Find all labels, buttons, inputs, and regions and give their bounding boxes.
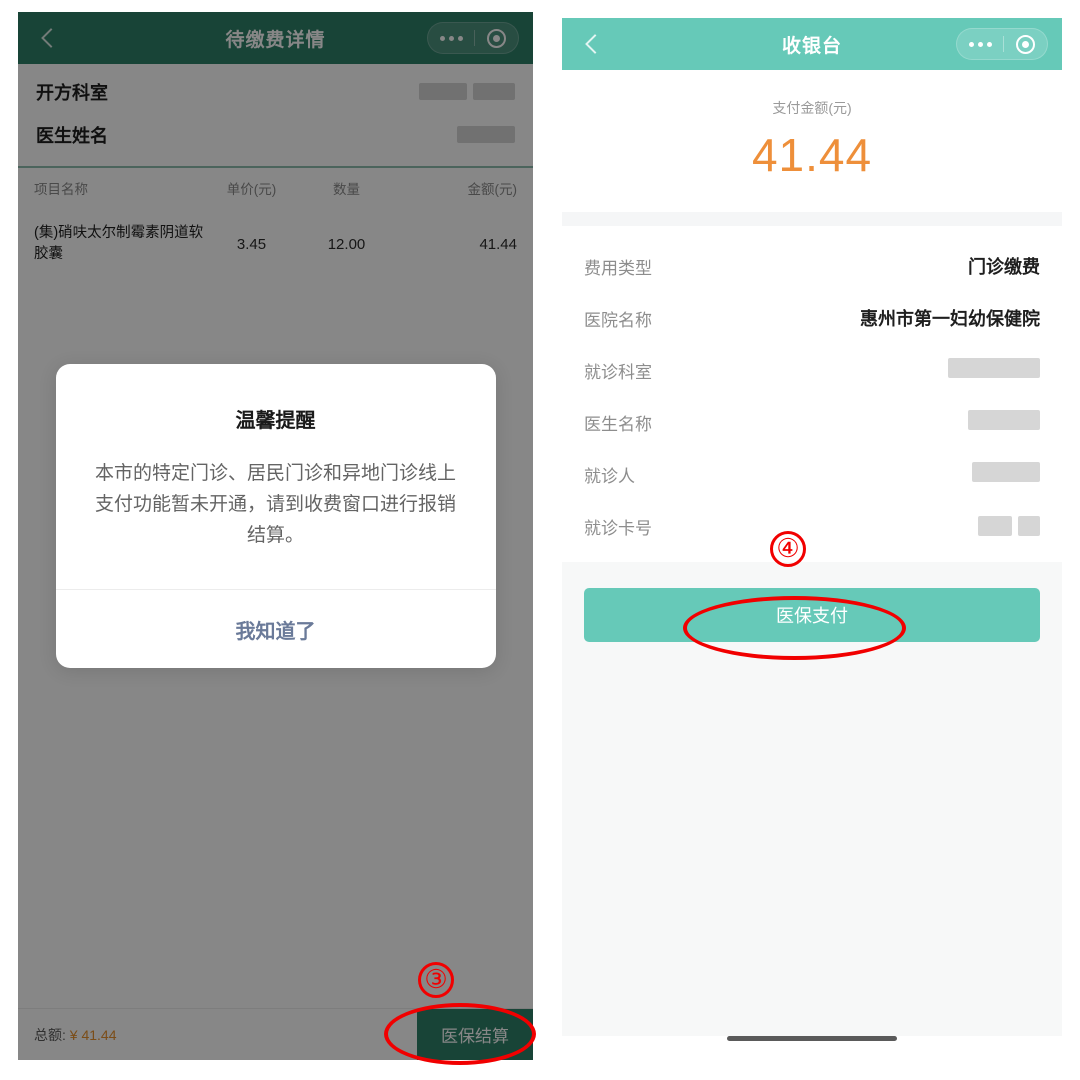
payment-amount-label: 支付金额(元): [772, 100, 852, 116]
reminder-dialog: 温馨提醒 本市的特定门诊、居民门诊和异地门诊线上支付功能暂未开通，请到收费窗口进…: [55, 364, 496, 669]
table-header-row: 项目名称 单价(元) 数量 金额(元): [18, 168, 533, 208]
dialog-confirm-button[interactable]: 我知道了: [56, 590, 496, 668]
chevron-left-icon[interactable]: [582, 33, 604, 55]
info-label: 医生姓名: [36, 125, 108, 146]
info-row-patient: 就诊人: [584, 448, 1040, 500]
info-label: 就诊卡号: [584, 518, 652, 538]
info-row-department: 就诊科室: [584, 344, 1040, 396]
more-dots-icon[interactable]: [957, 41, 1003, 47]
info-row-doctor: 医生姓名: [36, 113, 515, 156]
column-header-qty: 数量: [333, 182, 360, 197]
target-circle-icon[interactable]: [475, 28, 518, 48]
right-navbar: 收银台: [562, 18, 1062, 70]
payment-amount-value: 41.44: [751, 129, 873, 181]
redacted-value: [948, 357, 1040, 383]
more-dots-icon[interactable]: [428, 35, 474, 41]
cell-item-name: (集)硝呋太尔制霉素阴道软胶囊: [34, 224, 204, 262]
page-title: 待缴费详情: [225, 29, 326, 51]
medical-insurance-pay-button[interactable]: 医保支付: [584, 588, 1040, 642]
info-value: 惠州市第一妇幼保健院: [860, 309, 1040, 329]
redacted-value: [968, 409, 1040, 435]
prescription-header-info: 开方科室 医生姓名: [18, 64, 533, 166]
info-row-doctor: 医生名称: [584, 396, 1040, 448]
medical-insurance-settle-button[interactable]: 医保结算: [417, 1008, 533, 1060]
info-row-card-number: 就诊卡号: [584, 500, 1040, 552]
left-phone-screen: 待缴费详情 开方科室 医生姓名 项目名称 单价(元) 数量 金额(元) (集)硝…: [18, 12, 533, 1060]
redacted-value: [972, 461, 1040, 487]
total-value: ¥ 41.44: [69, 1026, 117, 1043]
target-circle-icon[interactable]: [1004, 34, 1047, 54]
redacted-value: [457, 126, 515, 143]
cell-price: 3.45: [236, 235, 267, 253]
info-label: 就诊人: [584, 466, 635, 486]
info-label: 医生名称: [584, 414, 652, 434]
redacted-value: [978, 516, 1040, 536]
info-label: 费用类型: [584, 258, 652, 278]
total-label: 总额:: [34, 1026, 66, 1043]
left-navbar: 待缴费详情: [18, 12, 533, 64]
table-row: (集)硝呋太尔制霉素阴道软胶囊 3.45 12.00 41.44: [18, 208, 533, 280]
cashier-body: 支付金额(元) 41.44 费用类型 门诊缴费 医院名称 惠州市第一妇幼保健院 …: [562, 70, 1062, 1062]
right-phone-screen: 收银台 支付金额(元) 41.44 费用类型 门诊缴费 医院名称 惠州市第一妇幼…: [562, 18, 1062, 1062]
redacted-value: [419, 83, 515, 100]
order-info-list: 费用类型 门诊缴费 医院名称 惠州市第一妇幼保健院 就诊科室 医生名称 就诊人: [562, 226, 1062, 562]
total-amount-text: 总额: ¥ 41.44: [34, 1025, 117, 1045]
miniprogram-capsule: [427, 22, 519, 54]
chevron-left-icon[interactable]: [38, 27, 60, 49]
bottom-summary-bar: 总额: ¥ 41.44 医保结算: [18, 1008, 533, 1060]
info-value: 门诊缴费: [968, 257, 1040, 277]
fee-item-table: 项目名称 单价(元) 数量 金额(元) (集)硝呋太尔制霉素阴道软胶囊 3.45…: [18, 168, 533, 280]
dialog-message: 本市的特定门诊、居民门诊和异地门诊线上支付功能暂未开通，请到收费窗口进行报销结算…: [94, 463, 456, 546]
column-header-amount: 金额(元): [467, 182, 518, 197]
info-label: 医院名称: [584, 310, 652, 330]
column-header-name: 项目名称: [34, 182, 88, 197]
payment-amount-block: 支付金额(元) 41.44: [562, 70, 1062, 212]
info-row-fee-type: 费用类型 门诊缴费: [584, 240, 1040, 292]
info-row-department: 开方科室: [36, 70, 515, 113]
home-indicator-area: [562, 1036, 1062, 1062]
cashier-empty-space: [562, 672, 1062, 1036]
screenshot-root: 待缴费详情 开方科室 医生姓名 项目名称 单价(元) 数量 金额(元) (集)硝…: [0, 0, 1080, 1080]
column-header-price: 单价(元): [226, 182, 277, 197]
page-title: 收银台: [781, 35, 842, 57]
dialog-title: 温馨提醒: [235, 410, 316, 432]
section-gap: [562, 212, 1062, 226]
home-indicator: [727, 1036, 897, 1041]
info-row-hospital: 医院名称 惠州市第一妇幼保健院: [584, 292, 1040, 344]
miniprogram-capsule: [956, 28, 1048, 60]
cell-quantity: 12.00: [327, 235, 366, 253]
info-label: 开方科室: [36, 82, 108, 103]
payment-action-area: 医保支付: [562, 562, 1062, 672]
info-label: 就诊科室: [584, 362, 652, 382]
cell-amount: 41.44: [479, 235, 517, 253]
